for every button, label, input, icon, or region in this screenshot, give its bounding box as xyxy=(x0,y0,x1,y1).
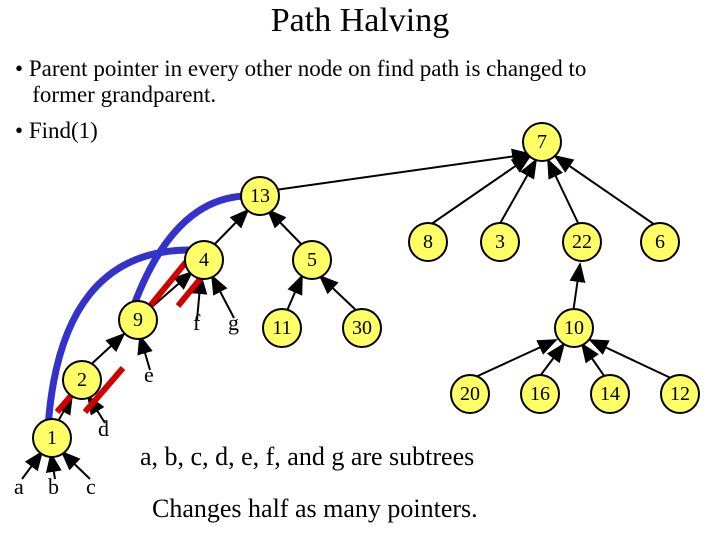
leaf-g: g xyxy=(228,310,239,336)
leaf-a: a xyxy=(14,474,24,500)
node-12: 12 xyxy=(660,374,700,414)
caption-changes: Changes half as many pointers. xyxy=(152,494,478,524)
node-22: 22 xyxy=(562,222,602,262)
node-8: 8 xyxy=(408,222,448,262)
leaf-e: e xyxy=(144,362,154,388)
caption-subtrees: a, b, c, d, e, f, and g are subtrees xyxy=(140,442,474,472)
node-6: 6 xyxy=(640,222,680,262)
node-3: 3 xyxy=(480,222,520,262)
node-2: 2 xyxy=(62,360,102,400)
node-16: 16 xyxy=(520,374,560,414)
node-11: 11 xyxy=(262,308,302,348)
node-5: 5 xyxy=(292,240,332,280)
node-4: 4 xyxy=(184,240,224,280)
node-7: 7 xyxy=(522,122,562,162)
leaf-f: f xyxy=(193,310,200,336)
node-10: 10 xyxy=(554,308,594,348)
node-9: 9 xyxy=(118,300,158,340)
node-30: 30 xyxy=(342,308,382,348)
node-13: 13 xyxy=(240,176,280,216)
node-14: 14 xyxy=(590,374,630,414)
leaf-b: b xyxy=(48,474,59,500)
leaf-d: d xyxy=(98,416,109,442)
node-1: 1 xyxy=(32,418,72,458)
slide-root: Path Halving • Parent pointer in every o… xyxy=(0,0,720,540)
leaf-c: c xyxy=(86,474,96,500)
node-20: 20 xyxy=(450,374,490,414)
